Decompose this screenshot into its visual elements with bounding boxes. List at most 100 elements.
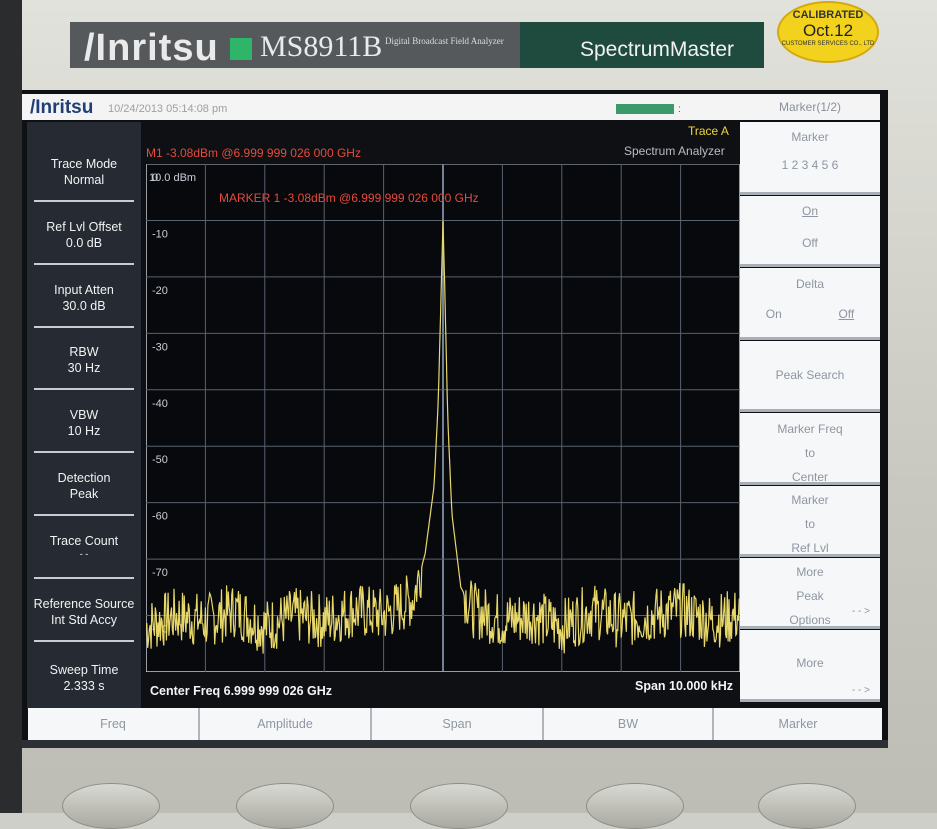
device-left-edge [0,0,22,813]
sidebar-item-value: Normal [63,173,105,187]
sidebar-divider [34,388,134,390]
softkey-more-peak-options[interactable]: More Peak Options - - > [740,558,880,629]
battery-suffix: : [678,104,681,115]
sidebar-item-value: 30.0 dB [62,299,106,313]
y-tick-label: -60 [152,511,168,523]
sidebar-item-label: Input Atten [54,283,114,297]
calibration-line1: CALIBRATED [792,9,864,21]
marker-readout: M1 -3.08dBm @6.999 999 026 000 GHz [146,146,361,160]
softkey-label: More [796,656,824,670]
hardware-key-1[interactable] [62,783,160,829]
softkey-label: Marker Freq [777,422,843,436]
sidebar-item-trace-mode[interactable]: Trace Mode Normal [27,156,141,216]
tab-marker[interactable]: Marker [714,708,882,740]
softkey-label: Marker [791,130,829,144]
sidebar-item-label: VBW [69,408,99,422]
marker-number-options: 1 2 3 4 5 6 [781,158,839,172]
sidebar-item-value: 30 Hz [67,361,101,375]
calibration-date: Oct.12 [802,21,854,40]
sidebar-divider [34,451,134,453]
battery-icon [616,104,674,114]
softkey-delta[interactable]: Delta On Off [740,268,880,340]
softkey-label: Delta [795,277,824,291]
screen-bottom-edge [22,740,888,748]
option-on: On [801,204,818,218]
sidebar-item-detection[interactable]: Detection Peak [27,470,141,530]
softkey-label: to [804,446,815,460]
sidebar-item-vbw[interactable]: VBW 10 Hz [27,407,141,467]
softkey-on-off[interactable]: On Off [740,196,880,267]
tab-bw[interactable]: BW [544,708,714,740]
option-off: Off [802,236,818,250]
sidebar-item-rbw[interactable]: RBW 30 Hz [27,344,141,404]
mode-label: Spectrum Analyzer [624,144,725,158]
sidebar-item-value: 0.0 dB [65,236,103,250]
y-tick-label: -20 [152,285,168,297]
softkey-menu-title: Marker(1/2) [740,94,880,120]
y-tick-label: -30 [152,341,168,353]
softkey-label: to [804,517,815,531]
sidebar-item-reference-source[interactable]: Reference Source Int Std Accy [27,596,141,656]
sidebar-item-value: 2.333 s [63,679,105,693]
sidebar-item-label: Sweep Time [49,663,119,677]
sidebar-item-value: Int Std Accy [50,613,117,627]
sidebar-divider [34,640,134,642]
tab-amplitude[interactable]: Amplitude [200,708,372,740]
delta-on: On [765,307,782,321]
scale-label: 10.0 dBm [149,172,196,184]
sidebar-divider [34,326,134,328]
tab-freq[interactable]: Freq [28,708,200,740]
softkey-marker-select[interactable]: Marker 1 2 3 4 5 6 [740,122,880,195]
sidebar-item-value: 10 Hz [67,424,101,438]
sidebar-item-value: - - [79,549,89,559]
delta-off: Off [838,307,855,321]
sidebar-item-label: Trace Count [49,534,119,548]
hardware-key-2[interactable] [236,783,334,829]
sidebar-item-value: Peak [69,487,99,501]
more-arrow-icon: - - > [851,606,870,617]
hardware-key-5[interactable] [758,783,856,829]
sidebar-divider [34,577,134,579]
sidebar-item-ref-lvl-offset[interactable]: Ref Lvl Offset 0.0 dB [27,219,141,279]
softkey-label: Ref Lvl [791,541,829,555]
sidebar-item-trace-count[interactable]: Trace Count - - [27,533,141,593]
hardware-key-3[interactable] [410,783,508,829]
spectrum-chart[interactable]: 0-10-20-30-40-50-60-70-80 10.0 dBm MARKE… [146,164,740,672]
sidebar-item-label: Reference Source [33,597,135,611]
hardware-key-4[interactable] [586,783,684,829]
y-tick-label: -50 [152,454,168,466]
calibration-sticker: CALIBRATED Oct.12 CUSTOMER SERVICES CO.,… [777,1,879,63]
brand-square-icon [230,38,252,60]
datetime: 10/24/2013 05:14:08 pm [108,103,228,115]
sidebar-item-label: RBW [69,345,99,359]
sidebar-item-label: Detection [57,471,111,485]
sidebar-divider [34,514,134,516]
y-tick-label: -40 [152,398,168,410]
sidebar-divider [34,200,134,202]
y-tick-label: -70 [152,567,168,579]
product-line-label: SpectrumMaster [580,38,735,61]
model-number: MS8911B [260,30,383,63]
sidebar-item-label: Ref Lvl Offset [46,220,122,234]
sidebar-divider [34,263,134,265]
softkey-label: More [796,565,824,579]
softkey-marker-freq-to-center[interactable]: Marker Freq to Center [740,413,880,485]
span-readout: Span 10.000 kHz [635,679,733,693]
softkey-more[interactable]: More - - > [740,630,880,702]
softkey-marker-to-ref-lvl[interactable]: Marker to Ref Lvl [740,486,880,557]
model-description: Digital Broadcast Field Analyzer [385,36,504,46]
tab-span[interactable]: Span [372,708,544,740]
y-tick-label: -10 [152,228,168,240]
screen-logo: /Inritsu [30,97,94,118]
calibration-line3: CUSTOMER SERVICES CO., LTD [781,41,875,47]
softkey-label: Peak Search [775,368,845,382]
more-arrow-icon: - - > [851,685,870,696]
center-freq: Center Freq 6.999 999 026 GHz [150,684,333,698]
marker-annotation: MARKER 1 -3.08dBm @6.999 999 026 000 GHz [219,191,479,205]
brand-logo: /Inritsu [84,27,219,69]
softkey-label: Marker [791,493,829,507]
sidebar-item-label: Trace Mode [50,157,118,171]
trace-label: Trace A [688,124,729,138]
softkey-peak-search[interactable]: Peak Search [740,341,880,412]
sidebar-item-input-atten[interactable]: Input Atten 30.0 dB [27,282,141,342]
